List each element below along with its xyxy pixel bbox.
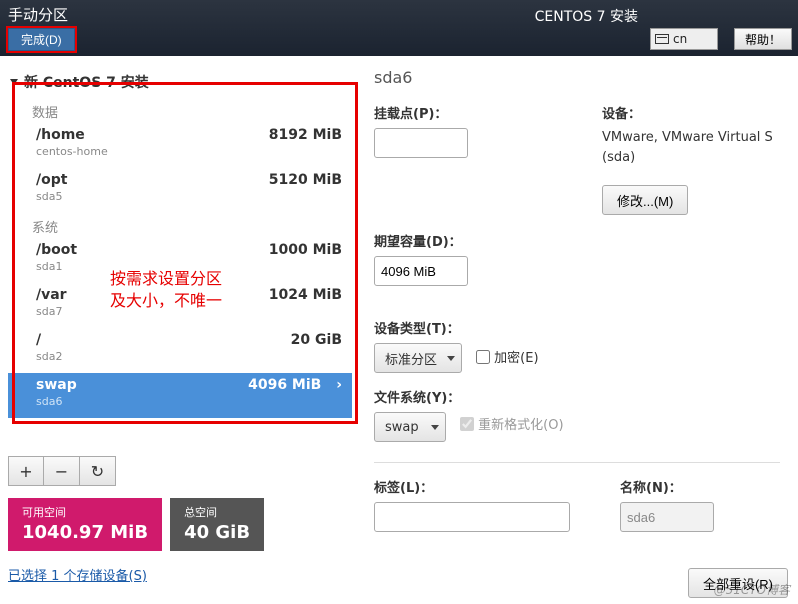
- partition-var[interactable]: /var sda7 1024 MiB: [8, 283, 352, 328]
- partition-mount: /var: [36, 287, 67, 303]
- partition-size: 5120 MiB: [269, 172, 342, 188]
- modify-device-button[interactable]: 修改...(M): [602, 185, 688, 215]
- done-button-highlight: 完成(D): [6, 26, 77, 53]
- remove-partition-button[interactable]: −: [44, 456, 80, 486]
- section-system: 系统: [8, 213, 352, 238]
- partition-dev: sda7: [36, 305, 67, 318]
- partition-size: 1000 MiB: [269, 242, 342, 258]
- keyboard-layout: cn: [673, 32, 687, 46]
- mount-input[interactable]: [374, 128, 468, 158]
- name-label: 名称(N)：: [620, 477, 780, 496]
- keyboard-icon: [655, 34, 669, 44]
- tag-label: 标签(L)：: [374, 477, 570, 496]
- chevron-right-icon: ›: [336, 377, 342, 393]
- partition-toolbar: + − ↻: [8, 456, 352, 486]
- partition-dev: centos-home: [36, 145, 108, 158]
- name-input: [620, 502, 714, 532]
- add-partition-button[interactable]: +: [8, 456, 44, 486]
- encrypt-checkbox[interactable]: 加密(E): [476, 347, 538, 366]
- expand-arrow-icon: [10, 79, 18, 85]
- free-space-value: 1040.97 MiB: [22, 522, 148, 543]
- reformat-label: 重新格式化(O): [478, 414, 563, 433]
- partition-mount: /boot: [36, 242, 77, 258]
- partition-size: 8192 MiB: [269, 127, 342, 143]
- partition-opt[interactable]: /opt sda5 5120 MiB: [8, 168, 352, 213]
- mount-label: 挂载点(P)：: [374, 103, 552, 122]
- done-button[interactable]: 完成(D): [8, 28, 75, 51]
- fs-label: 文件系统(Y)：: [374, 387, 780, 406]
- space-summary: 可用空间 1040.97 MiB 总空间 40 GiB: [8, 498, 352, 551]
- storage-selected-link[interactable]: 已选择 1 个存储设备(S): [8, 565, 147, 584]
- partition-mount: /home: [36, 127, 85, 143]
- partition-dev: sda6: [36, 395, 77, 408]
- page-title: 手动分区: [8, 4, 68, 25]
- encrypt-checkbox-input[interactable]: [476, 350, 490, 364]
- reset-all-button[interactable]: 全部重设(R): [688, 568, 788, 598]
- encrypt-label: 加密(E): [494, 347, 538, 366]
- free-space-box: 可用空间 1040.97 MiB: [8, 498, 162, 551]
- partition-dev: sda5: [36, 190, 67, 203]
- fs-combo[interactable]: swap: [374, 412, 446, 442]
- capacity-input[interactable]: [374, 256, 468, 286]
- total-space-value: 40 GiB: [184, 522, 250, 543]
- total-space-label: 总空间: [184, 504, 250, 520]
- fs-value: swap: [385, 420, 419, 435]
- partition-mount: /opt: [36, 172, 67, 188]
- section-data: 数据: [8, 98, 352, 123]
- install-root-label: 新 CentOS 7 安装: [24, 72, 149, 92]
- partition-boot[interactable]: /boot sda1 1000 MiB: [8, 238, 352, 283]
- partition-mount: /: [36, 332, 41, 348]
- free-space-label: 可用空间: [22, 504, 148, 520]
- devtype-combo[interactable]: 标准分区: [374, 343, 462, 373]
- caret-down-icon: [447, 356, 455, 361]
- devtype-value: 标准分区: [385, 349, 437, 368]
- capacity-label: 期望容量(D)：: [374, 231, 780, 250]
- installer-title: CENTOS 7 安装: [535, 6, 638, 26]
- right-panel: sda6 挂载点(P)： 设备： VMware, VMware Virtual …: [360, 56, 798, 604]
- device-text: VMware, VMware Virtual S (sda): [602, 128, 780, 167]
- separator: [374, 462, 780, 463]
- partition-swap[interactable]: swap sda6 4096 MiB ›: [8, 373, 352, 418]
- reload-button[interactable]: ↻: [80, 456, 116, 486]
- devtype-label: 设备类型(T)：: [374, 318, 780, 337]
- total-space-box: 总空间 40 GiB: [170, 498, 264, 551]
- keyboard-indicator[interactable]: cn: [650, 28, 718, 50]
- main: 新 CentOS 7 安装 数据 /home centos-home 8192 …: [0, 56, 798, 604]
- partition-root[interactable]: / sda2 20 GiB: [8, 328, 352, 373]
- partition-dev: sda1: [36, 260, 77, 273]
- reformat-checkbox-input: [460, 417, 474, 431]
- partition-mount: swap: [36, 377, 77, 393]
- device-label: 设备：: [602, 103, 780, 122]
- caret-down-icon: [431, 425, 439, 430]
- partition-home[interactable]: /home centos-home 8192 MiB: [8, 123, 352, 168]
- partition-size: 4096 MiB ›: [248, 377, 342, 393]
- left-panel: 新 CentOS 7 安装 数据 /home centos-home 8192 …: [0, 56, 360, 604]
- help-button[interactable]: 帮助！: [734, 28, 792, 50]
- install-root[interactable]: 新 CentOS 7 安装: [8, 68, 352, 98]
- partition-size: 20 GiB: [291, 332, 342, 348]
- detail-title: sda6: [374, 68, 780, 87]
- header: 手动分区 完成(D) CENTOS 7 安装 cn 帮助！: [0, 0, 798, 56]
- partition-dev: sda2: [36, 350, 62, 363]
- partition-size: 1024 MiB: [269, 287, 342, 303]
- tag-input[interactable]: [374, 502, 570, 532]
- reformat-checkbox: 重新格式化(O): [460, 414, 563, 433]
